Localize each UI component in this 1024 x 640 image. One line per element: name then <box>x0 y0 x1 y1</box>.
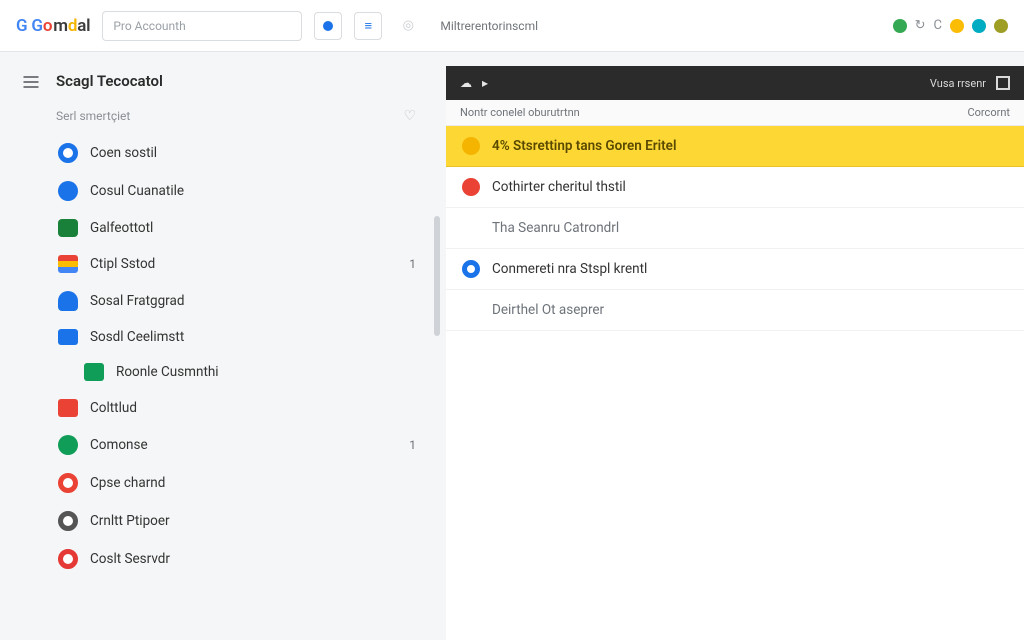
row-label: 4% Stsrettinp tans Goren Eritel <box>492 138 676 154</box>
toolbar-right-label: Vusa rrsenr <box>930 77 986 90</box>
row-icon <box>462 178 480 196</box>
row-icon <box>462 260 480 278</box>
square-icon <box>58 399 78 417</box>
sidebar-item-8[interactable]: Comonse 1 <box>48 426 428 464</box>
cloud-icon[interactable]: ☁ <box>460 76 472 90</box>
stack-icon <box>58 255 78 273</box>
sidebar-item-3[interactable]: Ctipl Sstod 1 <box>48 246 428 282</box>
content-row[interactable]: Conmereti nra Stspl krentl <box>446 249 1024 290</box>
scroll-thumb[interactable] <box>434 216 440 336</box>
sidebar-item-label: Sosdl Ceelimstt <box>90 329 184 345</box>
faint-icon: ◎ <box>403 18 414 33</box>
ring-icon <box>58 473 78 493</box>
row-label: Cothirter cheritul thstil <box>492 179 626 195</box>
play-icon[interactable]: ▸ <box>482 76 488 90</box>
circle-icon <box>58 143 78 163</box>
sidebar-item-label: Coen sostil <box>90 145 157 161</box>
content-pane: ☁ ▸ Vusa rrsenr Nontr conelel oburutrtnn… <box>446 66 1024 640</box>
sidebar-nav: Coen sostil Cosul Cuanatile Galfeottotl … <box>48 134 428 578</box>
row-icon <box>462 301 480 319</box>
avatar-icon[interactable] <box>994 19 1008 33</box>
favorite-icon[interactable]: ♡ <box>403 108 416 124</box>
square-icon <box>84 363 104 381</box>
sidebar-item-6[interactable]: Roonle Cusmnthi <box>48 354 428 390</box>
action-button-tertiary[interactable]: ◎ <box>394 12 422 40</box>
top-bar: G Gomdal Pro Accounth ≡ ◎ Miltrerentorin… <box>0 0 1024 52</box>
ring-icon <box>58 549 78 569</box>
sidebar-item-11[interactable]: Coslt Sesrvdr <box>48 540 428 578</box>
sidebar-item-label: Galfeottotl <box>90 220 153 236</box>
sidebar-item-label: Cpse charnd <box>90 475 165 491</box>
crumb-left: Nontr conelel oburutrtnn <box>460 106 580 119</box>
action-button-secondary[interactable]: ≡ <box>354 12 382 40</box>
bell-icon[interactable] <box>950 19 964 33</box>
dot-icon <box>58 435 78 455</box>
sidebar-item-label: Ctipl Sstod <box>90 256 155 272</box>
content-row[interactable]: Deirthel Ot aseprer <box>446 290 1024 331</box>
logo-text: mdal <box>53 16 90 36</box>
sidebar-item-label: Comonse <box>90 437 148 453</box>
hamburger-button[interactable] <box>14 66 48 640</box>
sidebar-item-1[interactable]: Cosul Cuanatile <box>48 172 428 210</box>
app-logo: G Gomdal <box>16 16 90 36</box>
status-icon[interactable] <box>893 19 907 33</box>
sidebar-item-label: Cosul Cuanatile <box>90 183 184 199</box>
sidebar-item-0[interactable]: Coen sostil <box>48 134 428 172</box>
action-button-primary[interactable] <box>314 12 342 40</box>
row-label: Conmereti nra Stspl krentl <box>492 261 647 277</box>
content-row[interactable]: Cothirter cheritul thstil <box>446 167 1024 208</box>
secondary-label: Miltrerentorinscml <box>440 19 538 33</box>
workspace: Scagl Tecocatol Serl smertçiet ♡ Coen so… <box>0 52 1024 640</box>
sidebar-subheader: Serl smertçiet <box>56 109 130 123</box>
content-row-highlight[interactable]: 4% Stsrettinp tans Goren Eritel <box>446 126 1024 167</box>
sidebar: Scagl Tecocatol Serl smertçiet ♡ Coen so… <box>48 66 428 640</box>
sidebar-title: Scagl Tecocatol <box>48 66 428 104</box>
dot-icon <box>58 181 78 201</box>
content-toolbar: ☁ ▸ Vusa rrsenr <box>446 66 1024 100</box>
sidebar-item-7[interactable]: Colttlud <box>48 390 428 426</box>
row-icon <box>462 137 480 155</box>
arch-icon <box>58 291 78 311</box>
folder-icon <box>58 329 78 345</box>
row-label: Deirthel Ot aseprer <box>492 302 604 318</box>
sidebar-item-2[interactable]: Galfeottotl <box>48 210 428 246</box>
sidebar-item-label: Colttlud <box>90 400 137 416</box>
content-crumbbar: Nontr conelel oburutrtnn Corcornt <box>446 100 1024 126</box>
search-placeholder: Pro Accounth <box>113 19 185 33</box>
row-label: Tha Seanru Catrondrl <box>492 220 619 236</box>
scroll-gutter[interactable] <box>428 66 446 640</box>
sidebar-item-count: 1 <box>409 257 416 271</box>
apps-icon[interactable] <box>972 19 986 33</box>
crumb-right: Corcornt <box>968 106 1011 119</box>
toolbar-box-icon[interactable] <box>996 76 1010 90</box>
sidebar-subheader-row: Serl smertçiet ♡ <box>48 104 428 134</box>
sidebar-item-label: Sosal Fratggrad <box>90 293 184 309</box>
sidebar-item-4[interactable]: Sosal Fratggrad <box>48 282 428 320</box>
row-icon <box>462 219 480 237</box>
refresh-icon[interactable]: ↻ <box>915 18 926 33</box>
topbar-icon-tray: ↻ C <box>893 18 1008 33</box>
square-icon <box>58 219 78 237</box>
sync-icon[interactable]: C <box>934 18 942 33</box>
ring-icon <box>58 511 78 531</box>
sidebar-item-9[interactable]: Cpse charnd <box>48 464 428 502</box>
content-row[interactable]: Tha Seanru Catrondrl <box>446 208 1024 249</box>
search-input[interactable]: Pro Accounth <box>102 11 302 41</box>
sidebar-item-10[interactable]: Crnltt Ptipoer <box>48 502 428 540</box>
sidebar-item-label: Roonle Cusmnthi <box>116 364 219 380</box>
content-list: 4% Stsrettinp tans Goren Eritel Cothirte… <box>446 126 1024 640</box>
sidebar-item-count: 1 <box>409 438 416 452</box>
flag-icon: ≡ <box>365 18 373 34</box>
sidebar-item-label: Coslt Sesrvdr <box>90 551 170 567</box>
sidebar-item-label: Crnltt Ptipoer <box>90 513 170 529</box>
sidebar-item-5[interactable]: Sosdl Ceelimstt <box>48 320 428 354</box>
